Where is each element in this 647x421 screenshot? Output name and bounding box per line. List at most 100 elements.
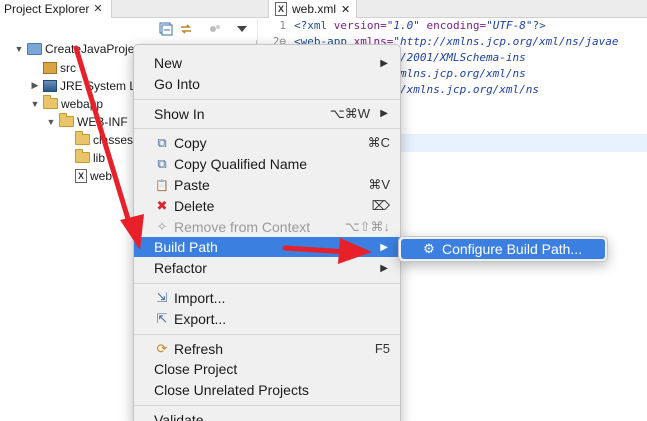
configure-build-path-icon: ⚙	[423, 241, 435, 256]
tree-item-web-inf[interactable]: ▼ WEB-INF	[46, 112, 128, 131]
menu-item-configure-build-path[interactable]: ⚙ Configure Build Path...	[401, 239, 605, 259]
tree-item-lib[interactable]: lib	[62, 148, 105, 167]
menu-item-label: Go Into	[154, 75, 200, 92]
menu-item-label: Refresh	[174, 340, 224, 357]
tree-item-label: WEB-INF	[77, 114, 128, 129]
tab-label: Project Explorer	[4, 2, 90, 16]
menu-item-refresh[interactable]: ⟳ Refresh F5	[134, 339, 400, 359]
menu-item-build-path[interactable]: Build Path ▶	[134, 237, 400, 258]
menu-item-paste[interactable]: 📋 Paste ⌘V	[134, 175, 400, 195]
menu-item-shortcut: ⌥⌘W	[329, 105, 370, 121]
tree-item-label: CreateJavaProject	[45, 41, 144, 56]
code-token: "http://xmlns.jcp.org/xml/ns/javae	[393, 35, 619, 48]
menu-item-label: Show In	[154, 105, 205, 122]
submenu-arrow-icon: ▶	[380, 262, 388, 274]
expand-arrow-icon[interactable]: ▼	[30, 99, 40, 109]
filter-icon[interactable]	[207, 21, 223, 37]
menu-item-show-in[interactable]: Show In ⌥⌘W ▶	[134, 104, 400, 124]
collapse-all-icon[interactable]	[158, 21, 174, 37]
view-menu-icon[interactable]	[234, 21, 250, 37]
menu-item-label: Copy Qualified Name	[174, 156, 308, 173]
remove-context-icon: ✧	[156, 218, 168, 234]
submenu-arrow-icon: ▶	[380, 57, 388, 69]
tree-item-label: web	[90, 168, 113, 183]
folder-icon	[43, 95, 58, 109]
tree-item-label: src	[60, 60, 76, 75]
menu-item-close-project[interactable]: Close Project	[134, 359, 400, 379]
folder-icon	[75, 149, 90, 163]
menu-item-export[interactable]: ⇱ Export...	[134, 309, 400, 329]
menu-item-shortcut: ⌥⇧⌘↓	[344, 218, 390, 234]
menu-item-label: Paste	[174, 177, 210, 193]
menu-item-shortcut: ⌘C	[367, 135, 390, 151]
code-token: <?xml	[294, 19, 334, 32]
folder-icon	[59, 113, 74, 127]
submenu-arrow-icon: ▶	[380, 108, 388, 120]
menu-item-import[interactable]: ⇲ Import...	[134, 288, 400, 308]
menu-item-copy-qualified-name[interactable]: ⧉ Copy Qualified Name	[134, 154, 400, 174]
menu-item-label: Validate	[154, 412, 204, 421]
package-folder-icon	[43, 61, 57, 74]
copy-icon: ⧉	[157, 135, 167, 151]
menu-item-label: Remove from Context	[174, 218, 311, 235]
menu-item-shortcut: ⌦	[371, 197, 390, 213]
menu-item-close-unrelated-projects[interactable]: Close Unrelated Projects	[134, 380, 400, 400]
delete-icon: ✖	[156, 197, 168, 213]
expand-arrow-icon[interactable]: ▼	[14, 44, 24, 54]
tree-item-label: JRE System Li	[60, 78, 139, 93]
expand-arrow-icon[interactable]: ▶	[30, 80, 40, 91]
tree-item-jre-library[interactable]: ▶ JRE System Li	[30, 76, 139, 95]
menu-item-validate[interactable]: Validate	[134, 410, 400, 421]
code-token: encoding=	[419, 19, 487, 32]
menu-item-label: Copy	[174, 135, 207, 152]
library-icon	[43, 79, 57, 92]
tree-item-project[interactable]: ▼ CreateJavaProject	[14, 39, 144, 58]
menu-item-remove-from-context: ✧ Remove from Context ⌥⇧⌘↓	[134, 217, 400, 237]
import-icon: ⇲	[156, 290, 168, 305]
menu-item-label: Import...	[174, 290, 226, 306]
link-with-editor-icon[interactable]	[178, 21, 194, 37]
menu-separator	[134, 98, 400, 100]
menu-item-shortcut: ⌘V	[368, 177, 390, 192]
tree-item-label: classes	[93, 132, 134, 147]
xml-file-icon: X	[275, 2, 287, 16]
menu-item-label: Close Unrelated Projects	[154, 382, 309, 399]
copy-qualified-name-icon: ⧉	[157, 156, 167, 172]
line-number: 1	[279, 19, 286, 32]
editor-tab-bar: X web.xml ✕	[258, 0, 647, 18]
tab-label: web.xml	[292, 2, 337, 16]
close-icon[interactable]: ✕	[341, 3, 350, 16]
menu-item-label: New	[154, 55, 183, 71]
menu-item-refactor[interactable]: Refactor ▶	[134, 258, 400, 278]
close-icon[interactable]: ✕	[93, 2, 102, 16]
tree-item-src[interactable]: src	[30, 58, 76, 77]
code-line[interactable]: 1 <?xml version="1.0" encoding="UTF-8"?>	[258, 18, 546, 34]
tab-project-explorer[interactable]: Project Explorer ✕	[0, 0, 112, 18]
tab-web-xml[interactable]: X web.xml ✕	[268, 0, 358, 18]
tree-item-web-xml[interactable]: X web	[62, 166, 112, 185]
menu-item-go-into[interactable]: Go Into	[134, 74, 400, 94]
export-icon: ⇱	[156, 310, 168, 326]
build-path-submenu: ⚙ Configure Build Path...	[398, 236, 608, 262]
menu-item-label: Export...	[174, 310, 227, 327]
code-token: ?>	[532, 19, 546, 32]
menu-item-copy[interactable]: ⧉ Copy ⌘C	[134, 133, 400, 153]
paste-icon: 📋	[155, 179, 169, 192]
menu-item-delete[interactable]: ✖ Delete ⌦	[134, 196, 400, 216]
menu-item-label: Build Path	[154, 239, 218, 256]
submenu-arrow-icon: ▶	[380, 241, 388, 253]
menu-separator	[134, 405, 400, 406]
explorer-tab-bar: Project Explorer ✕	[0, 0, 257, 18]
tree-item-label: lib	[93, 150, 106, 165]
xml-file-icon: X	[75, 168, 87, 183]
tree-item-webapp[interactable]: ▼ webapp	[30, 94, 103, 113]
folder-icon	[75, 131, 90, 145]
context-menu: New ▶ Go Into Show In ⌥⌘W ▶ ⧉ Copy ⌘C ⧉ Copy Quali…	[133, 44, 401, 421]
tree-item-classes[interactable]: classes	[62, 130, 133, 149]
code-token: "1.0"	[386, 19, 420, 32]
menu-item-label: Configure Build Path...	[442, 241, 583, 257]
tree-item-label: webapp	[61, 96, 104, 111]
refresh-icon: ⟳	[156, 340, 168, 356]
menu-item-new[interactable]: New ▶	[134, 53, 400, 73]
expand-arrow-icon[interactable]: ▼	[46, 117, 56, 127]
